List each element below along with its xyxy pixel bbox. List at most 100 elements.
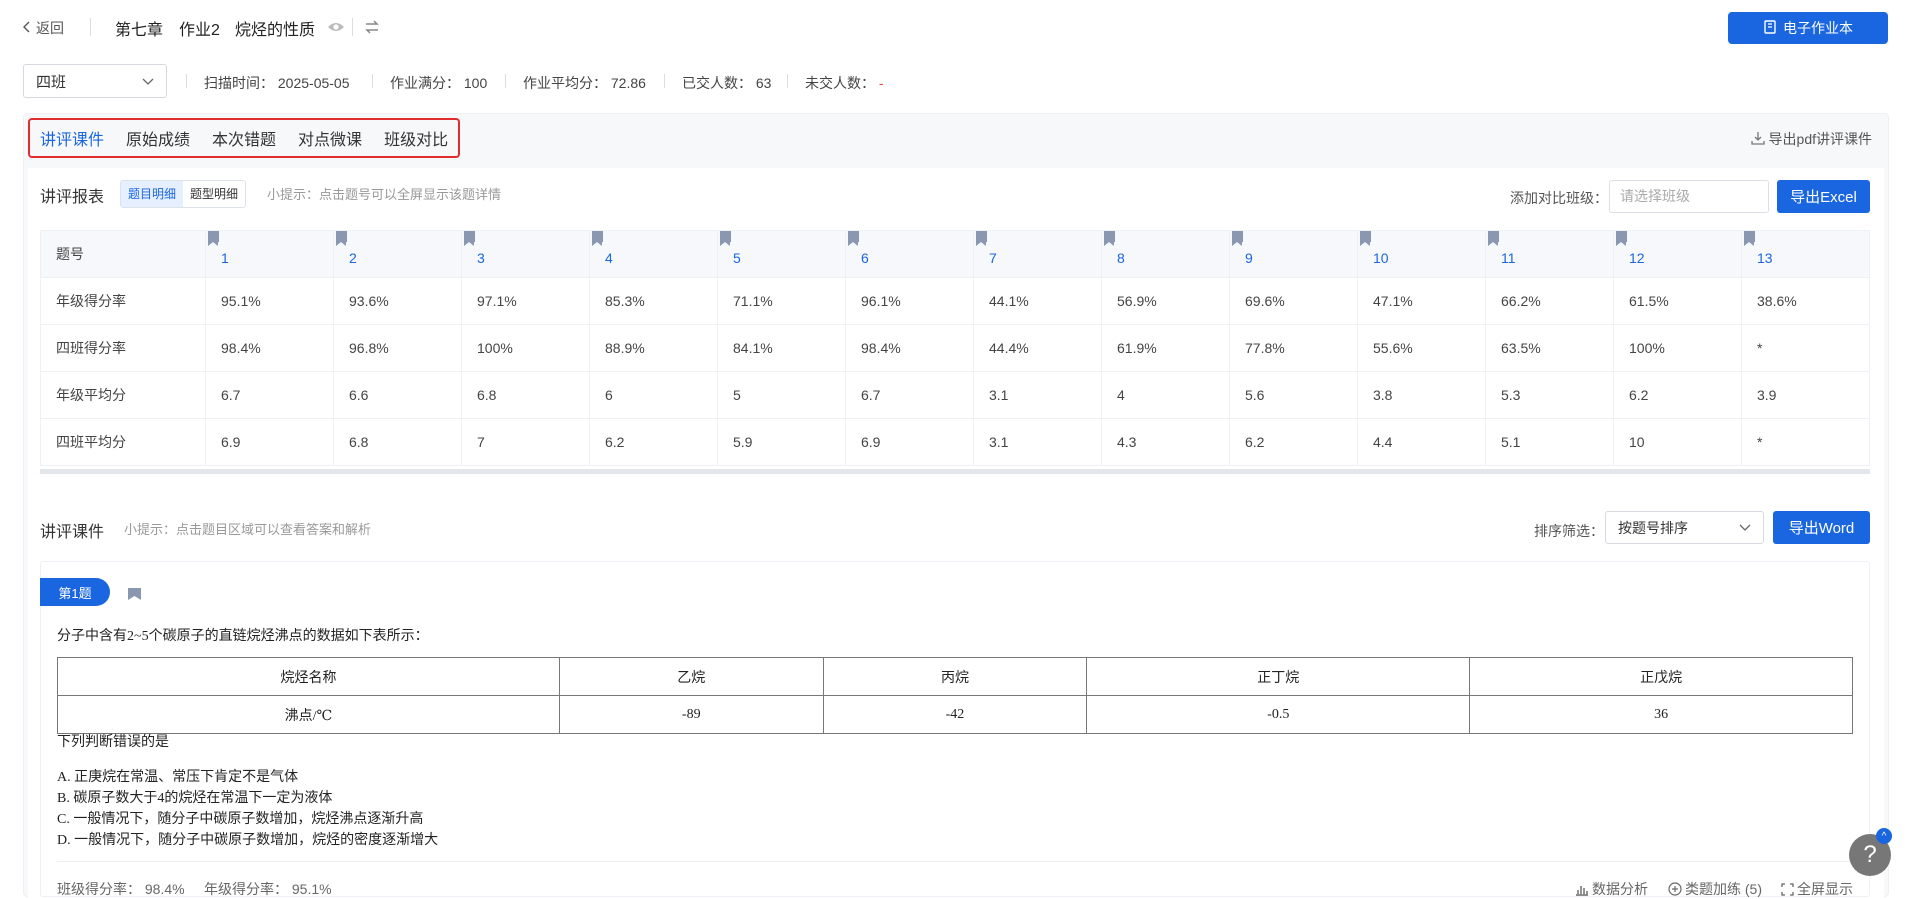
table-cell: 3.9 <box>1741 371 1870 419</box>
question-number-1[interactable]: 1 <box>205 230 334 278</box>
export-excel-button[interactable]: 导出Excel <box>1777 180 1870 213</box>
bar-chart-icon <box>1575 883 1589 896</box>
divider <box>57 861 1853 862</box>
export-pdf-link[interactable]: 导出pdf讲评课件 <box>1750 129 1872 149</box>
bookmark-icon <box>1488 231 1499 246</box>
question-number-7[interactable]: 7 <box>973 230 1102 278</box>
question-number-12[interactable]: 12 <box>1613 230 1742 278</box>
table-cell: 烷烃名称 <box>57 657 560 696</box>
table-cell: 44.1% <box>973 277 1102 325</box>
table-cell: -0.5 <box>1086 695 1471 734</box>
tab-raw-scores[interactable]: 原始成绩 <box>126 126 190 150</box>
class-rate: 班级得分率： 98.4% <box>57 881 185 897</box>
divider <box>664 74 665 88</box>
bookmark-icon <box>1104 231 1115 246</box>
table-cell: * <box>1741 418 1870 466</box>
table-cell: 5.9 <box>717 418 846 466</box>
row-label: 四班得分率 <box>40 324 206 372</box>
table-cell: 6.9 <box>205 418 334 466</box>
table-cell: 3.1 <box>973 371 1102 419</box>
table-cell: 6.8 <box>461 371 590 419</box>
compare-class-input[interactable]: 请选择班级 <box>1609 180 1769 213</box>
row-label: 年级平均分 <box>40 371 206 419</box>
table-cell: 36 <box>1469 695 1853 734</box>
row-label: 年级得分率 <box>40 277 206 325</box>
table-cell: 100% <box>1613 324 1742 372</box>
table-cell: 6.9 <box>845 418 974 466</box>
table-row: 年级得分率 95.1% 93.6% 97.1% 85.3% 71.1% 96.1… <box>40 277 1870 325</box>
boiling-point-table: 烷烃名称 乙烷 丙烷 正丁烷 正戊烷 沸点/℃ -89 -42 -0.5 36 <box>57 657 1853 734</box>
question-number-13[interactable]: 13 <box>1741 230 1870 278</box>
table-cell: 56.9% <box>1101 277 1230 325</box>
question-number-9[interactable]: 9 <box>1229 230 1358 278</box>
table-cell: 95.1% <box>205 277 334 325</box>
chevron-down-icon <box>1739 519 1751 536</box>
bookmark-icon <box>208 231 219 246</box>
tab-class-compare[interactable]: 班级对比 <box>384 126 448 150</box>
question-stem: 分子中含有2~5个碳原子的直链烷烃沸点的数据如下表所示： <box>57 629 429 644</box>
divider <box>505 74 506 88</box>
question-badge: 第1题 <box>40 578 110 606</box>
similar-practice-link[interactable]: 类题加练 (5) <box>1668 879 1762 899</box>
option-d: D. 一般情况下，随分子中碳原子数增加，烷烃的密度逐渐增大 <box>57 833 439 848</box>
eye-icon[interactable] <box>327 20 345 38</box>
bookmark-icon <box>720 231 731 246</box>
tab-wrong-questions[interactable]: 本次错题 <box>212 126 276 150</box>
table-row: 年级平均分 6.7 6.6 6.8 6 5 6.7 3.1 4 5.6 3.8 … <box>40 371 1870 419</box>
question-number-3[interactable]: 3 <box>461 230 590 278</box>
question-number-6[interactable]: 6 <box>845 230 974 278</box>
toggle-question-detail[interactable]: 题目明细 <box>121 181 184 207</box>
fullscreen-icon <box>1781 882 1794 896</box>
class-select[interactable]: 四班 <box>23 64 167 98</box>
data-analysis-link[interactable]: 数据分析 <box>1575 879 1648 899</box>
plus-circle-icon <box>1668 882 1682 896</box>
table-cell: 98.4% <box>205 324 334 372</box>
table-row: 四班平均分 6.9 6.8 7 6.2 5.9 6.9 3.1 4.3 6.2 … <box>40 418 1870 466</box>
question-number-10[interactable]: 10 <box>1357 230 1486 278</box>
table-cell: 6.2 <box>1229 418 1358 466</box>
bookmark-icon <box>1360 231 1371 246</box>
table-cell: 97.1% <box>461 277 590 325</box>
question-number-5[interactable]: 5 <box>717 230 846 278</box>
table-cell: 4.4 <box>1357 418 1486 466</box>
unsubmitted-count: 未交人数： - <box>805 75 884 91</box>
table-cell: 丙烷 <box>822 657 1088 696</box>
export-pdf-label: 导出pdf讲评课件 <box>1768 131 1872 147</box>
switch-icon[interactable] <box>364 19 380 39</box>
table-scrollbar[interactable] <box>40 469 1870 474</box>
bookmark-icon <box>1232 231 1243 246</box>
sort-select[interactable]: 按题号排序 <box>1605 511 1764 544</box>
option-b: B. 碳原子数大于4的烷烃在常温下一定为液体 <box>57 791 333 806</box>
table-cell: 85.3% <box>589 277 718 325</box>
submitted-count: 已交人数： 63 <box>682 75 772 91</box>
export-word-button[interactable]: 导出Word <box>1773 511 1870 544</box>
collapse-badge-icon[interactable]: ^ <box>1876 828 1892 844</box>
table-cell: 47.1% <box>1357 277 1486 325</box>
scan-time: 扫描时间： 2025-05-05 <box>204 75 350 91</box>
bookmark-icon[interactable] <box>128 587 141 604</box>
courseware-title: 讲评课件 <box>40 524 105 541</box>
table-cell: 5 <box>717 371 846 419</box>
question-prompt: 下列判断错误的是 <box>57 735 169 750</box>
back-link[interactable]: 返回 <box>22 18 64 38</box>
fullscreen-link[interactable]: 全屏显示 <box>1781 879 1853 899</box>
bookmark-icon <box>976 231 987 246</box>
chapter-title: 第七章 <box>115 22 164 39</box>
divider <box>186 74 187 88</box>
option-a: A. 正庚烷在常温、常压下肯定不是气体 <box>57 770 299 785</box>
row-label: 四班平均分 <box>40 418 206 466</box>
bookmark-icon <box>464 231 475 246</box>
question-number-2[interactable]: 2 <box>333 230 462 278</box>
sort-label: 排序筛选： <box>1534 523 1604 539</box>
question-number-8[interactable]: 8 <box>1101 230 1230 278</box>
tab-courseware[interactable]: 讲评课件 <box>40 126 104 150</box>
table-cell: 3.8 <box>1357 371 1486 419</box>
divider <box>372 74 373 88</box>
tab-micro-lessons[interactable]: 对点微课 <box>298 126 362 150</box>
question-number-4[interactable]: 4 <box>589 230 718 278</box>
table-row: 四班得分率 98.4% 96.8% 100% 88.9% 84.1% 98.4%… <box>40 324 1870 372</box>
ebook-button[interactable]: 电子作业本 <box>1728 12 1888 44</box>
divider <box>90 18 91 36</box>
question-number-11[interactable]: 11 <box>1485 230 1614 278</box>
toggle-type-detail[interactable]: 题型明细 <box>183 181 246 207</box>
